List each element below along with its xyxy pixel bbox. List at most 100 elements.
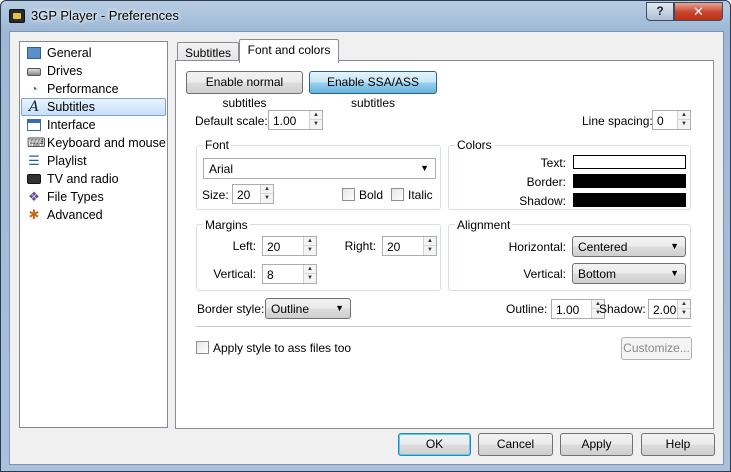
sidebar-item-label: Subtitles — [47, 100, 95, 114]
sidebar-item-label: File Types — [47, 190, 104, 204]
sidebar-item-playlist[interactable]: ☰ Playlist — [21, 152, 166, 170]
sidebar-item-performance[interactable]: ◔ Performance — [21, 80, 166, 98]
spin-down-icon[interactable]: ▼ — [678, 120, 690, 129]
horizontal-alignment-value: Centered — [578, 240, 628, 254]
outline-spinbox[interactable]: 1.00 ▲ ▼ — [551, 299, 605, 319]
border-color-label: Border: — [526, 175, 566, 189]
sidebar-item-drives[interactable]: Drives — [21, 62, 166, 80]
font-family-combo[interactable]: Arial ▼ — [203, 158, 436, 179]
shadow-spinbox[interactable]: 2.00 ▲ ▼ — [648, 299, 691, 319]
enable-normal-subtitles-button[interactable]: Enable normal subtitles — [186, 71, 303, 110]
customize-button[interactable]: Customize... — [621, 337, 692, 360]
playlist-icon: ☰ — [28, 153, 40, 168]
help-button[interactable]: Help — [641, 433, 715, 456]
sidebar-item-label: Advanced — [47, 208, 103, 222]
apply-ass-checkbox[interactable] — [196, 341, 209, 354]
sidebar-item-label: General — [47, 46, 92, 60]
sidebar-item-label: Keyboard and mouse — [47, 136, 166, 150]
title-bar[interactable]: 3GP Player - Preferences ? ✕ — [1, 1, 730, 31]
app-icon — [9, 9, 25, 23]
ok-button[interactable]: OK — [398, 433, 471, 456]
font-and-colors-panel: Enable normal subtitles Enable SSA/ASS s… — [175, 60, 714, 429]
spin-up-icon[interactable]: ▲ — [310, 111, 322, 120]
vertical-margin-value: 8 — [267, 268, 274, 282]
performance-icon: ◔ — [30, 82, 38, 96]
sidebar-item-label: Interface — [47, 118, 96, 132]
text-color-swatch[interactable] — [573, 155, 686, 169]
sections-list[interactable]: General Drives ◔ Performance A Subtitles… — [19, 41, 168, 428]
enable-ssa-subtitles-button[interactable]: Enable SSA/ASS subtitles — [309, 71, 437, 110]
line-spacing-spinbox[interactable]: 0 ▲ ▼ — [652, 110, 691, 130]
outline-value: 1.00 — [556, 303, 580, 317]
spin-down-icon[interactable]: ▼ — [310, 120, 322, 129]
right-margin-spinbox[interactable]: 20 ▲ ▼ — [382, 236, 437, 256]
tv-icon — [27, 174, 41, 184]
chevron-down-icon: ▼ — [670, 241, 679, 251]
spinner-arrows: ▲ ▼ — [309, 111, 322, 129]
advanced-icon: ✱ — [28, 207, 40, 222]
sidebar-item-tv-radio[interactable]: TV and radio — [21, 170, 166, 188]
font-size-value: 20 — [237, 188, 251, 202]
title-help-button[interactable]: ? — [646, 2, 674, 21]
subtitles-icon: A — [28, 99, 40, 115]
font-family-value: Arial — [209, 162, 234, 176]
colors-group-title: Colors — [455, 138, 494, 152]
spin-down-icon[interactable]: ▼ — [261, 194, 273, 203]
sidebar-item-label: Drives — [47, 64, 83, 78]
spin-down-icon[interactable]: ▼ — [304, 246, 316, 255]
sidebar-item-general[interactable]: General — [21, 44, 166, 62]
bold-label: Bold — [359, 188, 384, 202]
vertical-alignment-value: Bottom — [578, 267, 617, 281]
shadow-color-label: Shadow: — [519, 194, 566, 208]
default-scale-label: Default scale: — [195, 114, 268, 128]
left-margin-spinbox[interactable]: 20 ▲ ▼ — [262, 236, 317, 256]
keyboard-icon: ⌨ — [27, 135, 46, 150]
shadow-color-swatch[interactable] — [573, 193, 686, 207]
sidebar-item-keyboard[interactable]: ⌨ Keyboard and mouse — [21, 134, 166, 152]
spinner-arrows: ▲ ▼ — [303, 237, 316, 255]
border-color-swatch[interactable] — [573, 174, 686, 188]
sidebar-item-interface[interactable]: Interface — [21, 116, 166, 134]
spinner-arrows: ▲ ▼ — [260, 185, 273, 203]
bold-checkbox[interactable] — [342, 188, 355, 201]
preferences-window: 3GP Player - Preferences ? ✕ General Dri… — [0, 0, 731, 472]
horizontal-alignment-combo[interactable]: Centered ▼ — [572, 236, 686, 257]
horizontal-alignment-label: Horizontal: — [508, 240, 566, 254]
line-spacing-value: 0 — [657, 114, 664, 128]
dialog-client: General Drives ◔ Performance A Subtitles… — [9, 31, 724, 465]
spin-up-icon[interactable]: ▲ — [678, 111, 690, 120]
font-size-spinbox[interactable]: 20 ▲ ▼ — [232, 184, 274, 204]
sidebar-item-label: Playlist — [47, 154, 87, 168]
sidebar-item-subtitles[interactable]: A Subtitles — [21, 98, 166, 116]
left-margin-value: 20 — [267, 240, 281, 254]
cancel-button[interactable]: Cancel — [478, 433, 553, 456]
apply-button[interactable]: Apply — [560, 433, 633, 456]
title-close-button[interactable]: ✕ — [674, 2, 723, 21]
left-margin-label: Left: — [232, 239, 256, 253]
shadow-label: Shadow: — [599, 302, 646, 316]
vertical-alignment-combo[interactable]: Bottom ▼ — [572, 263, 686, 284]
spin-up-icon[interactable]: ▲ — [678, 300, 690, 309]
alignment-group-title: Alignment — [455, 218, 513, 232]
sidebar-item-advanced[interactable]: ✱ Advanced — [21, 206, 166, 224]
border-style-combo[interactable]: Outline ▼ — [265, 298, 351, 319]
spin-down-icon[interactable]: ▼ — [678, 309, 690, 318]
sidebar-item-label: Performance — [47, 82, 119, 96]
default-scale-spinbox[interactable]: 1.00 ▲ ▼ — [268, 110, 323, 130]
spin-up-icon[interactable]: ▲ — [261, 185, 273, 194]
margins-group-title: Margins — [203, 218, 250, 232]
spin-down-icon[interactable]: ▼ — [424, 246, 436, 255]
spin-down-icon[interactable]: ▼ — [304, 274, 316, 283]
spin-up-icon[interactable]: ▲ — [424, 237, 436, 246]
spin-up-icon[interactable]: ▲ — [304, 265, 316, 274]
font-size-label: Size: — [202, 188, 229, 202]
chevron-down-icon: ▼ — [420, 163, 429, 173]
separator — [196, 326, 691, 327]
sidebar-item-file-types[interactable]: ❖ File Types — [21, 188, 166, 206]
vertical-margin-spinbox[interactable]: 8 ▲ ▼ — [262, 264, 317, 284]
tab-font-and-colors[interactable]: Font and colors — [239, 39, 339, 63]
spinner-arrows: ▲ ▼ — [303, 265, 316, 283]
interface-icon — [27, 119, 41, 131]
spin-up-icon[interactable]: ▲ — [304, 237, 316, 246]
italic-checkbox[interactable] — [391, 188, 404, 201]
